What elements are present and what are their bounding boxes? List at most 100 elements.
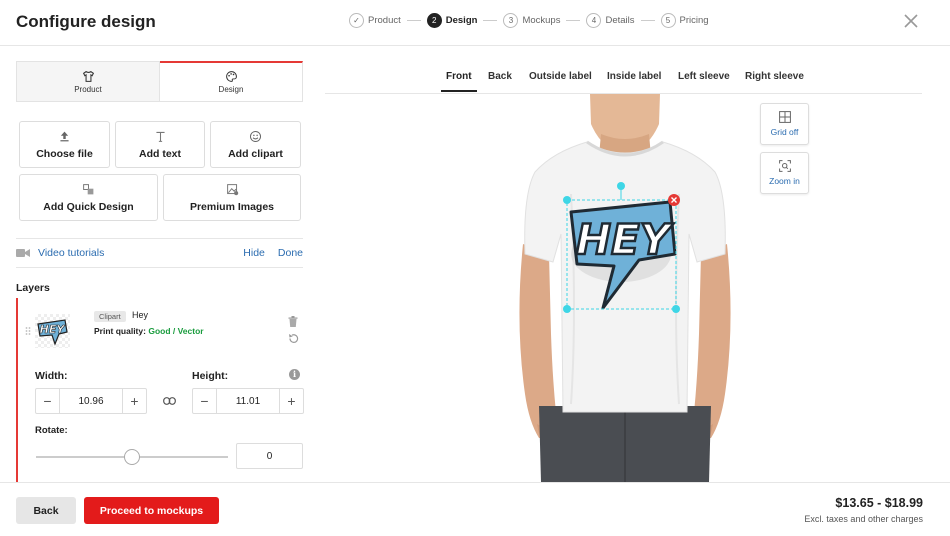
resize-handle-bottom-right[interactable] xyxy=(672,305,680,313)
step-design[interactable]: 2 Design xyxy=(426,13,478,28)
layer-name: Hey xyxy=(132,310,149,320)
step-label: Product xyxy=(368,15,401,26)
rotate-input[interactable]: 0 xyxy=(236,443,303,469)
grid-toggle-label: Grid off xyxy=(770,127,799,137)
price-range: $13.65 - $18.99 xyxy=(835,496,923,510)
video-tutorials-row: Video tutorials Hide Done xyxy=(16,238,303,268)
mockup-image: HEY xyxy=(519,94,731,482)
step-label: Design xyxy=(445,15,478,26)
button-label: Premium Images xyxy=(189,200,275,213)
thumbnail-text: HEY xyxy=(40,323,66,336)
design-text: HEY xyxy=(576,215,674,264)
smiley-icon xyxy=(249,130,262,142)
tab-label: Design xyxy=(218,85,244,94)
print-quality: Print quality: Good / Vector xyxy=(94,326,204,336)
button-label: Add clipart xyxy=(228,147,283,160)
premium-image-icon xyxy=(226,183,238,195)
done-link[interactable]: Done xyxy=(278,247,303,259)
button-label: Choose file xyxy=(36,147,93,160)
step-number: 5 xyxy=(660,13,676,28)
grid-icon xyxy=(778,111,791,123)
drag-handle-icon[interactable] xyxy=(25,326,31,336)
layer-thumbnail: HEY xyxy=(35,314,70,348)
premium-images-button[interactable]: Premium Images xyxy=(163,174,301,221)
height-input[interactable]: 11.01 xyxy=(216,389,280,413)
tab-front[interactable]: Front xyxy=(446,71,472,82)
resize-handle-bottom-left[interactable] xyxy=(563,305,571,313)
step-separator xyxy=(640,20,655,21)
tab-label: Product xyxy=(74,84,102,94)
step-label: Mockups xyxy=(522,15,561,26)
step-label: Pricing xyxy=(679,15,709,26)
step-label: Details xyxy=(605,15,635,26)
print-quality-label: Print quality: xyxy=(94,326,146,336)
rotate-slider-handle[interactable] xyxy=(124,449,140,465)
close-icon[interactable] xyxy=(901,12,921,32)
width-input[interactable]: 10.96 xyxy=(59,389,123,413)
button-label: Add Quick Design xyxy=(43,200,134,213)
add-text-button[interactable]: Add text xyxy=(115,121,205,168)
check-icon: ✓ xyxy=(349,13,364,28)
tab-left-sleeve[interactable]: Left sleeve xyxy=(678,71,730,82)
add-clipart-button[interactable]: Add clipart xyxy=(210,121,301,168)
view-tabs: Front Back Outside label Inside label Le… xyxy=(325,64,922,94)
layers-title: Layers xyxy=(16,282,50,294)
tab-outside-label[interactable]: Outside label xyxy=(529,71,592,82)
step-pricing[interactable]: 5 Pricing xyxy=(660,13,709,28)
progress-steps: ✓ Product 2 Design 3 Mockups 4 Details 5… xyxy=(349,13,709,28)
zoom-in-label: Zoom in xyxy=(769,176,800,186)
height-label: Height: xyxy=(192,370,229,382)
resize-handle-top-left[interactable] xyxy=(563,196,571,204)
step-number: 2 xyxy=(426,13,442,28)
tab-design[interactable]: Design xyxy=(160,61,303,102)
trash-icon[interactable] xyxy=(288,316,298,327)
upload-icon xyxy=(60,131,69,141)
page-title: Configure design xyxy=(16,12,156,31)
video-tutorials-link[interactable]: Video tutorials xyxy=(38,247,104,259)
step-number: 3 xyxy=(503,13,519,28)
layer-type-badge: Clipart xyxy=(94,311,126,322)
step-mockups[interactable]: 3 Mockups xyxy=(503,13,560,28)
quick-design-icon xyxy=(83,183,94,194)
text-icon xyxy=(155,131,165,142)
grid-toggle-button[interactable]: Grid off xyxy=(760,103,809,145)
tshirt-icon xyxy=(82,70,94,82)
design-canvas[interactable]: HEY Grid off Zoom in xyxy=(325,94,922,482)
back-button[interactable]: Back xyxy=(16,497,76,524)
header: Configure design ✓ Product 2 Design 3 Mo… xyxy=(0,0,950,46)
rotate-handle[interactable] xyxy=(617,182,625,190)
active-tab-indicator xyxy=(441,90,477,92)
height-increment-button[interactable]: + xyxy=(280,389,303,413)
tab-inside-label[interactable]: Inside label xyxy=(607,71,661,82)
hide-link[interactable]: Hide xyxy=(243,247,265,259)
width-increment-button[interactable]: + xyxy=(123,389,146,413)
rotate-label: Rotate: xyxy=(35,425,68,436)
reset-icon[interactable] xyxy=(288,333,299,344)
info-icon[interactable]: i xyxy=(289,369,300,380)
height-decrement-button[interactable]: − xyxy=(193,389,216,413)
print-quality-value: Good / Vector xyxy=(148,326,204,336)
link-aspect-icon[interactable] xyxy=(163,397,176,405)
step-number: 4 xyxy=(586,13,602,28)
choose-file-button[interactable]: Choose file xyxy=(19,121,110,168)
palette-icon xyxy=(225,71,237,82)
footer: Back Proceed to mockups $13.65 - $18.99 … xyxy=(0,482,950,536)
height-stepper: − 11.01 + xyxy=(192,388,304,414)
price-note: Excl. taxes and other charges xyxy=(804,514,923,524)
mode-tabs: Product Design xyxy=(16,61,303,102)
tab-product[interactable]: Product xyxy=(16,61,160,102)
step-separator xyxy=(483,20,498,21)
zoom-icon xyxy=(778,160,791,172)
width-stepper: − 10.96 + xyxy=(35,388,147,414)
zoom-in-button[interactable]: Zoom in xyxy=(760,152,809,194)
step-details[interactable]: 4 Details xyxy=(586,13,635,28)
step-product[interactable]: ✓ Product xyxy=(349,13,401,28)
tab-back[interactable]: Back xyxy=(488,71,512,82)
video-camera-icon xyxy=(16,249,30,257)
width-decrement-button[interactable]: − xyxy=(36,389,59,413)
proceed-to-mockups-button[interactable]: Proceed to mockups xyxy=(84,497,219,524)
tab-right-sleeve[interactable]: Right sleeve xyxy=(745,71,804,82)
add-quick-design-button[interactable]: Add Quick Design xyxy=(19,174,158,221)
button-label: Add text xyxy=(139,147,181,160)
step-separator xyxy=(406,20,421,21)
